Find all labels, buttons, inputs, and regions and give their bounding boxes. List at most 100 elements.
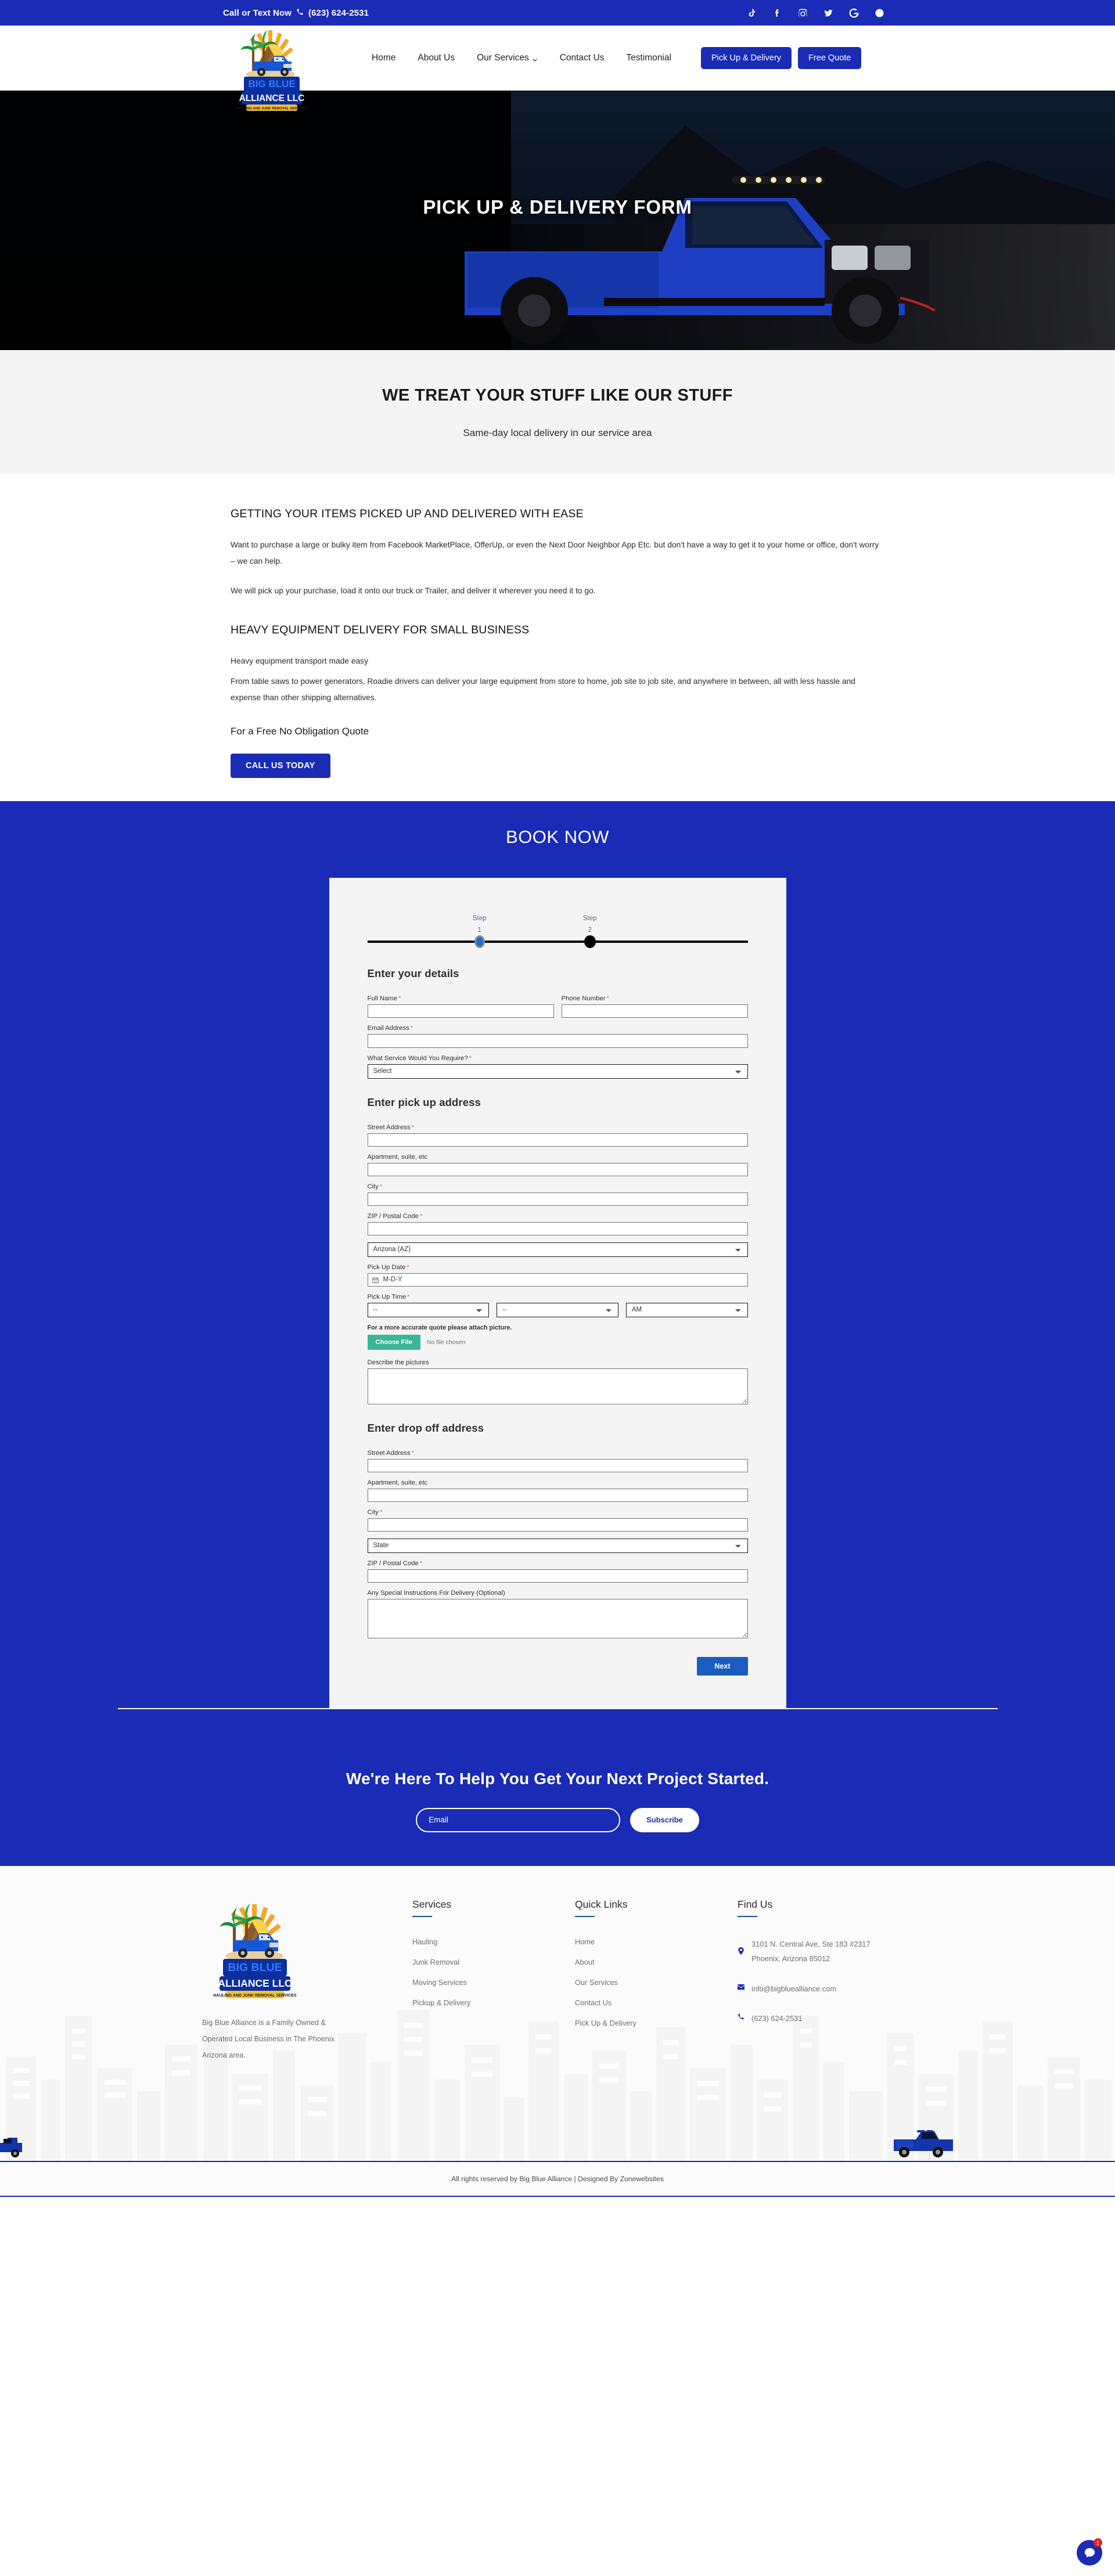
- map-pin-icon: [738, 1947, 745, 1955]
- pickup-hour-select[interactable]: --: [367, 1302, 490, 1317]
- info-paragraph-1: Want to purchase a large or bulky item f…: [231, 541, 879, 565]
- nav-item-about-us[interactable]: About Us: [418, 53, 455, 63]
- file-status-text: No file chosen: [426, 1338, 466, 1346]
- dropoff-zip-input[interactable]: [367, 1569, 748, 1583]
- list-item: Contact Us: [575, 1998, 738, 2008]
- pickup-apartment-input[interactable]: [367, 1162, 748, 1176]
- topbar-phone-block: Call or Text Now (623) 624-2531: [223, 8, 369, 18]
- free-quote-button[interactable]: Free Quote: [798, 47, 862, 69]
- footer-address-line-2: Phoenix, Arizona 85012: [751, 1954, 830, 1963]
- copyright-text: All rights reserved by Big Blue Alliance…: [451, 2174, 664, 2183]
- footer-find-us-column: Find Us 3101 N. Central Ave, Ste 183 #23…: [738, 1898, 923, 2064]
- full-name-input[interactable]: [367, 1004, 554, 1018]
- dropoff-apartment-input[interactable]: [367, 1488, 748, 1502]
- tagline-subheading: Same-day local delivery in our service a…: [463, 427, 652, 438]
- pickup-zip-input[interactable]: [367, 1222, 748, 1235]
- tagline-heading: WE TREAT YOUR STUFF LIKE OUR STUFF: [382, 386, 733, 405]
- footer-address-block: 3101 N. Central Ave, Ste 183 #2317 Phoen…: [738, 1937, 923, 1966]
- facebook-icon[interactable]: [772, 8, 782, 18]
- footer-link-contact-us[interactable]: Contact Us: [575, 1998, 612, 2007]
- list-item: Moving Services: [412, 1977, 575, 1988]
- pickup-city-input[interactable]: [367, 1192, 748, 1206]
- pickup-minute-select[interactable]: --: [497, 1302, 618, 1317]
- footer-link-about[interactable]: About: [575, 1958, 594, 1966]
- next-button[interactable]: Next: [697, 1656, 748, 1676]
- label-dropoff-street-address: Street Address *: [367, 1449, 415, 1457]
- nav-label-home: Home: [372, 53, 396, 63]
- info-heading-2: HEAVY EQUIPMENT DELIVERY FOR SMALL BUSIN…: [231, 623, 530, 636]
- footer-logo[interactable]: BIG BLUE ALLIANCE LLC HAULING AND JUNK R…: [210, 1898, 297, 2002]
- envelope-icon: [738, 1983, 745, 1991]
- stepper-dot-1[interactable]: [474, 935, 485, 948]
- footer-title-underline: [575, 1915, 595, 1917]
- nav-item-contact-us[interactable]: Contact Us: [560, 53, 605, 63]
- footer-title-underline: [738, 1915, 757, 1917]
- footer-link-home[interactable]: Home: [575, 1937, 595, 1946]
- footer-link-pick-up-delivery[interactable]: Pick Up & Delivery: [575, 2019, 636, 2027]
- tagline-band: WE TREAT YOUR STUFF LIKE OUR STUFF Same-…: [0, 350, 1115, 474]
- footer-email-block: info@bigbluealliance.com: [738, 1981, 923, 1997]
- footer-address-line-1: 3101 N. Central Ave, Ste 183 #2317: [751, 1939, 871, 1948]
- pickup-street-address-input[interactable]: [367, 1133, 748, 1147]
- copyright-bar: All rights reserved by Big Blue Alliance…: [0, 2160, 1115, 2197]
- footer-description: Big Blue Alliance is a Family Owned & Op…: [202, 2018, 334, 2060]
- pickup-meridiem-select[interactable]: AM: [625, 1302, 748, 1317]
- stepper-dot-2[interactable]: [584, 935, 596, 948]
- hero-title: PICK UP & DELIVERY FORM: [423, 196, 692, 218]
- footer-link-pickup-delivery[interactable]: Pickup & Delivery: [412, 1998, 470, 2007]
- dropoff-state-select[interactable]: State: [367, 1538, 748, 1553]
- instagram-icon[interactable]: [797, 8, 808, 18]
- newsletter-email-input[interactable]: [416, 1807, 621, 1832]
- footer-link-our-services[interactable]: Our Services: [575, 1978, 618, 1987]
- tiktok-icon[interactable]: [746, 8, 757, 18]
- footer-link-hauling[interactable]: Hauling: [412, 1937, 437, 1946]
- pickup-date-wrapper: 31: [367, 1273, 748, 1287]
- hero-banner: PICK UP & DELIVERY FORM: [0, 91, 1115, 350]
- email-address-input[interactable]: [367, 1033, 748, 1048]
- header-action-buttons: Pick Up & Delivery Free Quote: [701, 26, 862, 91]
- hero-truck-image: [465, 176, 936, 344]
- nav-item-home[interactable]: Home: [372, 53, 395, 63]
- service-select[interactable]: Select: [367, 1064, 748, 1079]
- svg-text:HAULING AND JUNK REMOVAL SERVI: HAULING AND JUNK REMOVAL SERVICES: [213, 1994, 297, 1998]
- social-links: [746, 8, 884, 18]
- twitter-icon[interactable]: [823, 8, 833, 18]
- call-us-today-button[interactable]: CALL US TODAY: [231, 753, 330, 778]
- pickup-date-input[interactable]: [367, 1273, 748, 1287]
- main-navigation: Home About Us Our Services Contact Us Te…: [372, 26, 671, 91]
- pickup-state-select[interactable]: Arizona (AZ): [367, 1242, 748, 1257]
- stepper-number-2: 2: [588, 926, 592, 934]
- footer-link-moving-services[interactable]: Moving Services: [412, 1978, 467, 1987]
- dropoff-city-input[interactable]: [367, 1518, 748, 1532]
- dropoff-street-address-input[interactable]: [367, 1458, 748, 1472]
- form-stepper: Step 1 Step 2: [367, 913, 748, 952]
- nav-item-our-services[interactable]: Our Services: [477, 53, 538, 63]
- list-item: Junk Removal: [412, 1957, 575, 1968]
- label-dropoff-zip: ZIP / Postal Code *: [367, 1559, 423, 1567]
- stepper-label-1: Step 1: [473, 913, 487, 936]
- list-item: About: [575, 1957, 738, 1968]
- google-icon[interactable]: [848, 8, 859, 18]
- chevron-down-icon: [532, 55, 538, 62]
- nav-label-contact-us: Contact Us: [559, 53, 605, 63]
- footer-phone-link[interactable]: (623) 624-2531: [751, 2011, 803, 2026]
- stepper-number-1: 1: [477, 926, 481, 934]
- describe-pictures-textarea[interactable]: [367, 1368, 748, 1404]
- newsletter-heading: We're Here To Help You Get Your Next Pro…: [346, 1769, 769, 1788]
- label-full-name: Full Name *: [367, 995, 401, 1002]
- stepper-word-1: Step: [472, 914, 487, 922]
- phone-number[interactable]: (623) 624-2531: [308, 8, 369, 18]
- location-pin-icon[interactable]: [874, 8, 884, 18]
- site-logo[interactable]: BIG BLUE ALLIANCE LLC HAULING AND JUNK R…: [232, 26, 308, 113]
- phone-number-input[interactable]: [561, 1004, 748, 1018]
- nav-item-testimonial[interactable]: Testimonial: [626, 53, 671, 63]
- site-header: BIG BLUE ALLIANCE LLC HAULING AND JUNK R…: [0, 26, 1115, 111]
- footer-email-link[interactable]: info@bigbluealliance.com: [751, 1981, 836, 1997]
- nav-label-testimonial: Testimonial: [626, 53, 671, 63]
- pick-up-delivery-button[interactable]: Pick Up & Delivery: [701, 47, 792, 69]
- choose-file-button[interactable]: Choose File: [367, 1334, 420, 1350]
- file-upload-row: Choose File No file chosen: [367, 1334, 748, 1350]
- subscribe-button[interactable]: Subscribe: [630, 1807, 699, 1832]
- footer-link-junk-removal[interactable]: Junk Removal: [412, 1958, 459, 1966]
- special-instructions-textarea[interactable]: [367, 1598, 748, 1638]
